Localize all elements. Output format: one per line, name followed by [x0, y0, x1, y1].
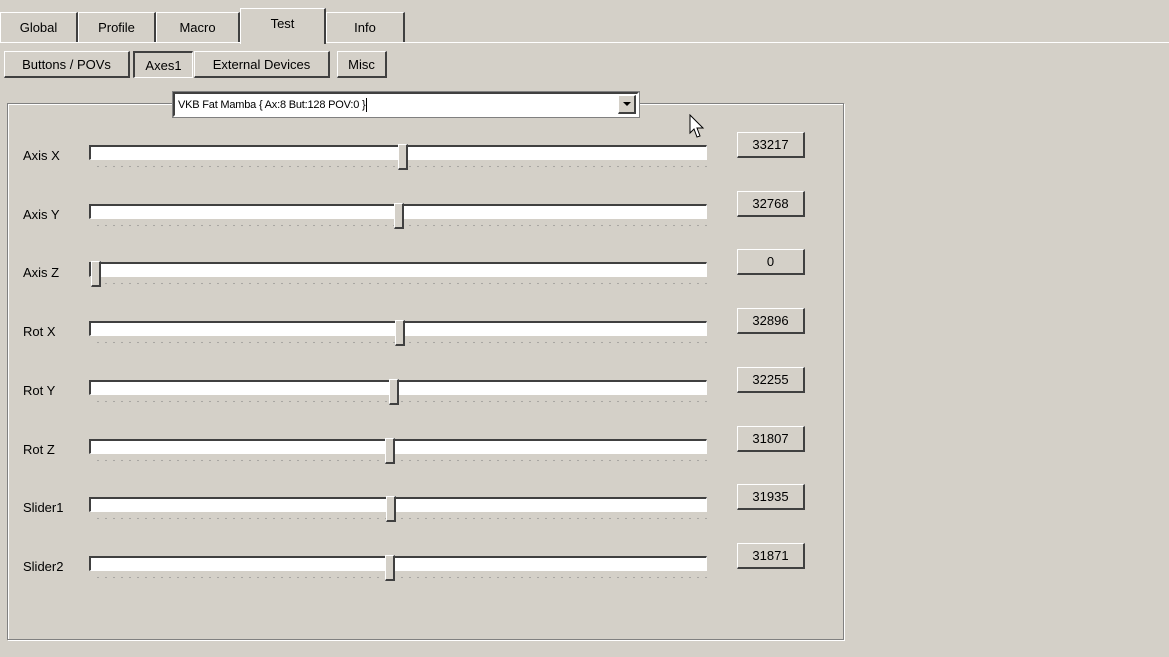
axis-value-box: 31935 — [737, 484, 805, 510]
tab-label: Test — [270, 16, 295, 31]
tab-global[interactable]: Global — [0, 12, 78, 42]
text-caret — [366, 97, 368, 112]
axis-slider-ticks — [94, 282, 708, 285]
subtab-label: External Devices — [212, 56, 311, 72]
tab-label: Info — [354, 20, 376, 35]
subtab-label: Buttons / POVs — [22, 56, 111, 72]
subtab-axes1[interactable]: Axes1 — [133, 51, 193, 78]
device-select-value: VKB Fat Mamba { Ax:8 But:128 POV:0 } — [178, 98, 366, 111]
axis-value-box: 32255 — [737, 367, 805, 393]
axis-value-box: 32768 — [737, 191, 805, 217]
subtab-label: Misc — [348, 56, 375, 72]
axis-value-box: 31871 — [737, 543, 805, 569]
axis-value-box: 31807 — [737, 426, 805, 452]
axis-label: Rot X — [23, 324, 56, 339]
axis-slider-thumb[interactable] — [395, 320, 405, 346]
axis-slider-track[interactable] — [89, 497, 707, 512]
axis-slider-thumb[interactable] — [91, 261, 101, 287]
axis-label: Axis X — [23, 148, 60, 163]
axis-value-box: 0 — [737, 249, 805, 275]
axis-slider-ticks — [94, 576, 708, 579]
tab-label: Global — [19, 20, 58, 35]
tab-test[interactable]: Test — [240, 8, 326, 44]
axis-slider-track[interactable] — [89, 262, 707, 277]
tab-macro[interactable]: Macro — [156, 12, 240, 42]
axis-label: Slider2 — [23, 559, 64, 574]
axis-slider-thumb[interactable] — [385, 555, 395, 581]
mouse-pointer-icon — [689, 114, 705, 138]
tab-label: Profile — [98, 20, 135, 35]
axis-slider-track[interactable] — [89, 439, 707, 454]
tab-profile[interactable]: Profile — [78, 12, 156, 42]
axis-label: Rot Y — [23, 383, 56, 398]
axis-value-box: 32896 — [737, 308, 805, 334]
subtab-buttons-povs[interactable]: Buttons / POVs — [4, 51, 130, 78]
axis-slider-thumb[interactable] — [398, 144, 408, 170]
axis-label: Slider1 — [23, 500, 64, 515]
tab-bar-divider — [0, 42, 1169, 43]
subtab-label: Axes1 — [145, 57, 182, 73]
axis-slider-thumb[interactable] — [389, 379, 399, 405]
axis-label: Rot Z — [23, 442, 55, 457]
chevron-down-icon[interactable] — [618, 95, 636, 114]
axis-label: Axis Z — [23, 265, 60, 280]
tab-label: Macro — [179, 20, 216, 35]
axis-value-box: 33217 — [737, 132, 805, 158]
axis-label: Axis Y — [23, 207, 60, 222]
axis-slider-ticks — [94, 517, 708, 520]
main-tab-bar: Global Profile Macro Test Info — [0, 0, 1169, 44]
axis-slider-ticks — [94, 459, 708, 462]
axis-slider-ticks — [94, 400, 708, 403]
subtab-misc[interactable]: Misc — [337, 51, 387, 78]
subtab-external-devices[interactable]: External Devices — [194, 51, 330, 78]
axis-slider-thumb[interactable] — [394, 203, 404, 229]
axis-slider-track[interactable] — [89, 556, 707, 571]
tab-info[interactable]: Info — [326, 12, 405, 42]
device-select[interactable]: VKB Fat Mamba { Ax:8 But:128 POV:0 } — [172, 91, 640, 118]
axis-slider-thumb[interactable] — [386, 496, 396, 522]
axis-slider-thumb[interactable] — [385, 438, 395, 464]
